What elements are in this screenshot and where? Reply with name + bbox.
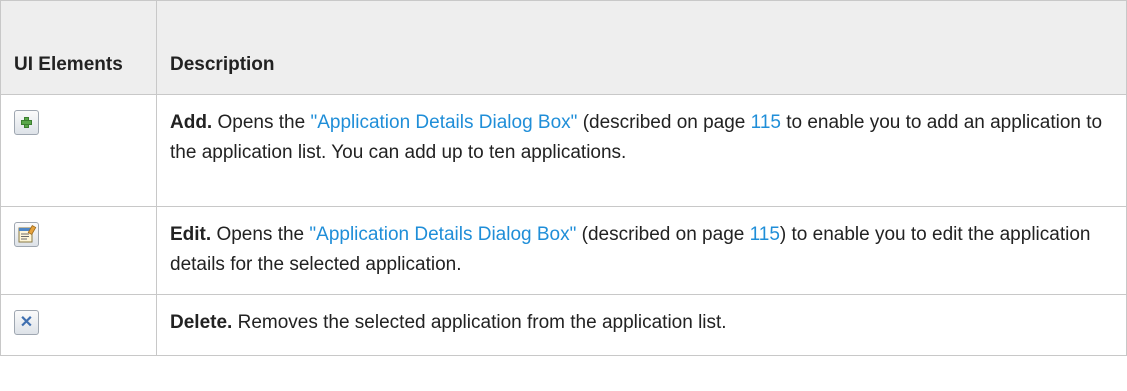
description-cell-add: Add. Opens the "Application Details Dial… xyxy=(156,94,1127,207)
row-text-add-pre: Opens the xyxy=(212,112,311,133)
row-title-edit: Edit. xyxy=(170,224,212,245)
link-application-details-dialog-box-2[interactable]: "Application Details Dialog Box" xyxy=(309,224,576,245)
link-page-115[interactable]: 115 xyxy=(751,112,781,133)
add-plus-icon[interactable] xyxy=(14,110,39,135)
description-cell-delete: Delete. Removes the selected application… xyxy=(156,294,1127,356)
icon-cell-delete: ✕ xyxy=(0,294,157,356)
row-title-delete: Delete. xyxy=(170,312,233,333)
row-text-delete: Removes the selected application from th… xyxy=(232,312,727,333)
table-header-row: UI Elements Description xyxy=(0,0,1127,95)
row-text-edit-mid: (described on page xyxy=(576,224,750,245)
ui-elements-table: UI Elements Description Add. Opens the "… xyxy=(0,0,1127,356)
edit-properties-glyph xyxy=(18,224,37,243)
table-row-edit: Edit. Opens the "Application Details Dia… xyxy=(0,206,1127,295)
header-ui-elements: UI Elements xyxy=(0,0,157,95)
link-page-115-2[interactable]: 115 xyxy=(750,224,780,245)
icon-cell-add xyxy=(0,94,157,207)
description-cell-edit: Edit. Opens the "Application Details Dia… xyxy=(156,206,1127,295)
edit-properties-icon[interactable] xyxy=(14,222,39,247)
delete-x-icon[interactable]: ✕ xyxy=(14,310,39,335)
table-row-delete: ✕ Delete. Removes the selected applicati… xyxy=(0,294,1127,356)
plus-glyph xyxy=(21,117,32,128)
row-text-edit-pre: Opens the xyxy=(211,224,310,245)
row-text-add-mid: (described on page xyxy=(577,112,751,133)
link-application-details-dialog-box[interactable]: "Application Details Dialog Box" xyxy=(310,112,577,133)
header-description: Description xyxy=(156,0,1127,95)
table-row-add: Add. Opens the "Application Details Dial… xyxy=(0,94,1127,207)
icon-cell-edit xyxy=(0,206,157,295)
x-glyph: ✕ xyxy=(19,314,34,331)
row-title-add: Add. xyxy=(170,112,213,133)
